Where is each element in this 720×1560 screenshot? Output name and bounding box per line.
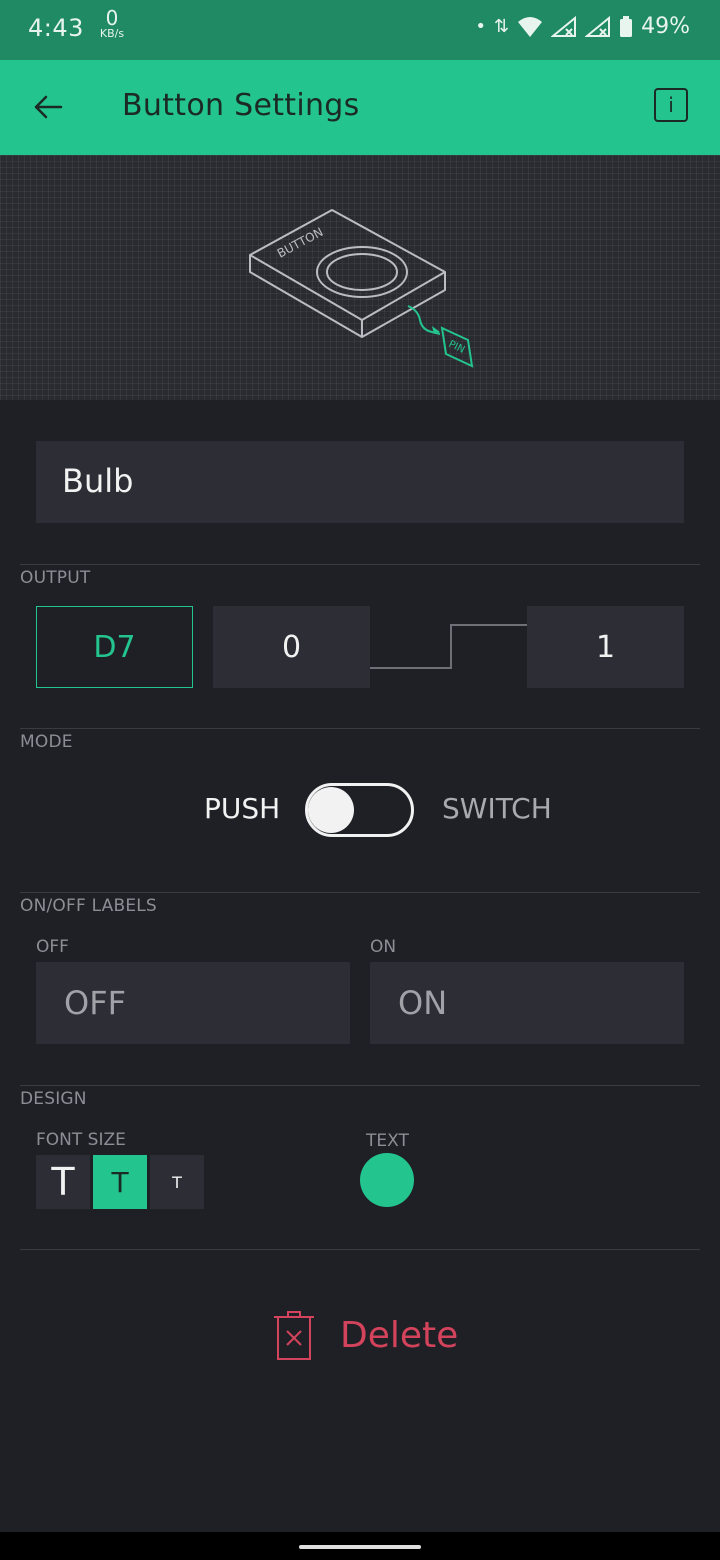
delete-label: Delete [340, 1314, 459, 1356]
notification-dot-icon: • [475, 16, 486, 37]
low-value-input[interactable]: 0 [213, 606, 370, 688]
mode-switch-label[interactable]: SWITCH [442, 792, 552, 825]
off-caption: OFF [36, 937, 69, 957]
section-divider [20, 892, 700, 893]
signal-icon [585, 15, 611, 37]
data-arrows-icon: ⇅ [494, 16, 510, 37]
section-divider [20, 564, 700, 565]
pin-selector-button[interactable]: D7 [36, 606, 193, 688]
section-divider [20, 728, 700, 729]
on-label-input[interactable]: ON [370, 962, 684, 1044]
illustration-button-label: BUTTON [275, 225, 326, 261]
font-size-medium-button[interactable]: T [93, 1155, 147, 1209]
delete-button[interactable]: Delete [272, 1305, 462, 1365]
design-section-label: DESIGN [20, 1089, 87, 1109]
toggle-knob [308, 787, 354, 833]
font-size-label: FONT SIZE [36, 1130, 126, 1150]
info-button[interactable]: i [654, 88, 688, 122]
status-time: 4:43 [28, 14, 84, 42]
section-divider [20, 1249, 700, 1250]
text-color-label: TEXT [366, 1131, 409, 1151]
mode-section-label: MODE [20, 732, 73, 752]
battery-percent: 49% [641, 14, 690, 39]
text-color-picker[interactable] [360, 1153, 414, 1207]
status-icons: • ⇅ 49% [475, 14, 690, 39]
signal-icon [551, 15, 577, 37]
network-speed: 0 KB/s [92, 8, 132, 40]
high-value-input[interactable]: 1 [527, 606, 684, 688]
back-button[interactable] [24, 78, 72, 136]
page-title: Button Settings [122, 88, 360, 123]
font-size-small-button[interactable]: T [150, 1155, 204, 1209]
section-divider [20, 1085, 700, 1086]
mode-push-label[interactable]: PUSH [204, 792, 280, 825]
trash-icon [274, 1311, 314, 1360]
on-caption: ON [370, 937, 397, 957]
off-label-input[interactable]: OFF [36, 962, 350, 1044]
illustration-pin-label: PIN [447, 339, 467, 356]
font-size-large-button[interactable]: T [36, 1155, 90, 1209]
home-gesture-handle[interactable] [299, 1545, 421, 1549]
app-bar [0, 60, 720, 155]
output-section-label: OUTPUT [20, 568, 91, 588]
button-illustration: BUTTON PIN [249, 209, 474, 368]
network-speed-unit: KB/s [99, 27, 125, 40]
wifi-icon [518, 16, 543, 37]
labels-section-label: ON/OFF LABELS [20, 896, 157, 916]
network-speed-value: 0 [105, 6, 119, 30]
battery-icon [620, 15, 633, 37]
arrow-left-icon [34, 95, 63, 119]
widget-name-value: Bulb [62, 462, 134, 500]
info-icon: i [668, 93, 674, 117]
output-transition-line [370, 624, 527, 669]
